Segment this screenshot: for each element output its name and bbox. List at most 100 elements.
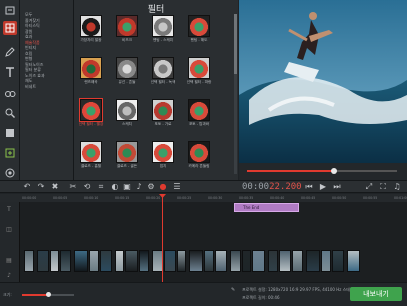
playhead[interactable] (162, 194, 163, 282)
ruler-tick: 00:00:55 (363, 196, 378, 200)
transitions-icon[interactable] (3, 86, 17, 100)
record-icon[interactable]: ● (158, 182, 168, 192)
filter-item[interactable]: 포토 - 탑과바 (186, 99, 212, 127)
timeline-ruler[interactable]: 00:00:00 00:00:05 00:00:10 00:00:15 00:00:20… (0, 194, 407, 202)
video-clip[interactable] (321, 250, 331, 272)
fullscreen-icon[interactable]: ⛶ (378, 182, 388, 192)
filter-thumbnail (152, 99, 174, 121)
filter-label: 유선 - 흔들 (118, 80, 136, 84)
image-icon[interactable]: ▣ (122, 182, 132, 192)
video-clip[interactable] (164, 250, 176, 272)
color-icon[interactable]: ◐ (110, 182, 120, 192)
category-item[interactable]: 비네트 (20, 84, 73, 90)
filter-item[interactable]: 펜팅 - 스케치 (150, 15, 176, 43)
preview-progress-bar[interactable] (239, 163, 407, 180)
more-icon[interactable] (3, 146, 17, 160)
import-icon[interactable] (3, 3, 17, 17)
rotate-icon[interactable]: ⟲ (82, 182, 92, 192)
filter-item[interactable]: 렌즈왜곡 (78, 57, 104, 85)
video-clip[interactable] (24, 250, 34, 272)
filter-item[interactable]: 선택 필터 - 빨강 (78, 98, 104, 127)
filter-label: 선택 필터 - 빨강 (78, 122, 104, 126)
previous-icon[interactable]: ⏮ (304, 182, 314, 192)
filter-label: 스케치 (122, 122, 132, 126)
export-frame-icon[interactable]: ⤢ (364, 182, 374, 192)
status-bar: 크기: ✎ 프로젝트 설정: 1280x720 16:9 29.97 FPS, … (0, 282, 407, 306)
filter-label: 가장자리 발광 (80, 38, 102, 42)
video-clip[interactable] (215, 250, 227, 272)
filter-item[interactable]: 비즈크 (114, 15, 140, 43)
timecode-main: 00:00 (242, 182, 270, 192)
filter-item[interactable]: 포토 - 가로 (150, 99, 176, 127)
video-clip[interactable] (50, 250, 59, 272)
video-clip[interactable] (74, 250, 88, 272)
video-clip[interactable] (139, 250, 149, 272)
equalizer-icon[interactable]: ☰ (172, 182, 182, 192)
video-clip[interactable] (177, 250, 186, 272)
filter-thumbnail (116, 15, 138, 37)
video-track-icon[interactable]: ▤ (4, 257, 14, 265)
export-button[interactable]: 내보내기 (350, 287, 402, 301)
text-track-icon[interactable]: T (4, 206, 14, 214)
video-clip[interactable] (268, 250, 278, 272)
video-clip[interactable] (204, 250, 214, 272)
video-clip[interactable] (37, 250, 49, 272)
volume-icon[interactable]: ♫ (392, 182, 402, 192)
redo-icon[interactable]: ↷ (36, 182, 46, 192)
zoom-icon[interactable] (3, 106, 17, 120)
filter-item[interactable]: 카메라 흔들림 (186, 141, 212, 169)
ruler-tick: 00:00:40 (270, 196, 285, 200)
audio-track-icon[interactable]: ♪ (4, 272, 14, 280)
filter-thumbnail (80, 15, 102, 37)
video-clip[interactable] (332, 250, 344, 272)
video-clip[interactable] (292, 250, 303, 272)
app-window: 모두 즐겨찾기 아티스틱 광원 효과 예술작품 빈티지 흐림 변형 필터노이즈 필터 분류 노이즈 효… (0, 0, 407, 306)
filter-item[interactable]: 클로즈 - 흡혈 (78, 141, 104, 169)
edit-settings-icon[interactable]: ✎ (231, 287, 235, 293)
timecode-sub: 22.200 (269, 182, 302, 192)
video-clip[interactable] (252, 250, 265, 272)
stickers-icon[interactable] (3, 126, 17, 140)
cut-icon[interactable]: ✂ (68, 182, 78, 192)
video-clip[interactable] (89, 250, 99, 272)
video-clip[interactable] (347, 250, 360, 272)
delete-icon[interactable]: ✖ (50, 182, 60, 192)
zoom-slider[interactable] (22, 292, 74, 297)
undo-icon[interactable]: ↶ (22, 182, 32, 192)
video-clip[interactable] (100, 250, 112, 272)
pencil-icon[interactable] (3, 45, 17, 59)
video-clip[interactable] (189, 250, 203, 272)
video-clip[interactable] (279, 250, 291, 272)
video-clip[interactable] (242, 250, 251, 272)
ruler-tick: 00:00:20 (146, 196, 161, 200)
title-clip[interactable]: The End (234, 203, 299, 212)
filter-item[interactable]: 클로즈 - 골든 (114, 141, 140, 169)
settings-icon[interactable]: ⚙ (146, 182, 156, 192)
record-video-icon[interactable] (3, 166, 17, 180)
next-icon[interactable]: ⏭ (332, 182, 342, 192)
filters-icon[interactable] (3, 21, 17, 35)
filter-item[interactable]: 유선 - 흔들 (114, 57, 140, 85)
mic-icon[interactable]: ♪ (134, 182, 144, 192)
preview-scrubber[interactable] (331, 168, 337, 174)
filter-scrollbar[interactable] (234, 14, 237, 174)
project-length: 프로젝트 길이: 00:46 (242, 295, 280, 300)
filter-item[interactable]: 펜팅 - 해도 (186, 15, 212, 43)
filter-label: 펜팅 - 해도 (190, 38, 208, 42)
overlay-track-icon[interactable]: ◫ (4, 226, 14, 234)
filter-item[interactable]: 선택 필터 - 파랑 (186, 57, 212, 85)
filter-item[interactable]: 가장자리 발광 (78, 15, 104, 43)
video-clip[interactable] (115, 250, 124, 272)
text-icon[interactable] (3, 65, 17, 79)
play-icon[interactable]: ▶ (318, 182, 328, 192)
filter-thumbnail (116, 99, 138, 121)
video-clip[interactable] (60, 250, 71, 272)
video-clip[interactable] (125, 250, 138, 272)
video-clip[interactable] (306, 250, 320, 272)
filter-item[interactable]: 선택 필터 - 녹색 (150, 57, 176, 85)
video-clip[interactable] (230, 250, 241, 272)
crop-icon[interactable]: ⌗ (96, 182, 106, 192)
filter-item[interactable]: 스케치 (114, 99, 140, 127)
zoom-knob[interactable] (46, 292, 51, 297)
filter-item[interactable]: 접지 (150, 141, 176, 169)
